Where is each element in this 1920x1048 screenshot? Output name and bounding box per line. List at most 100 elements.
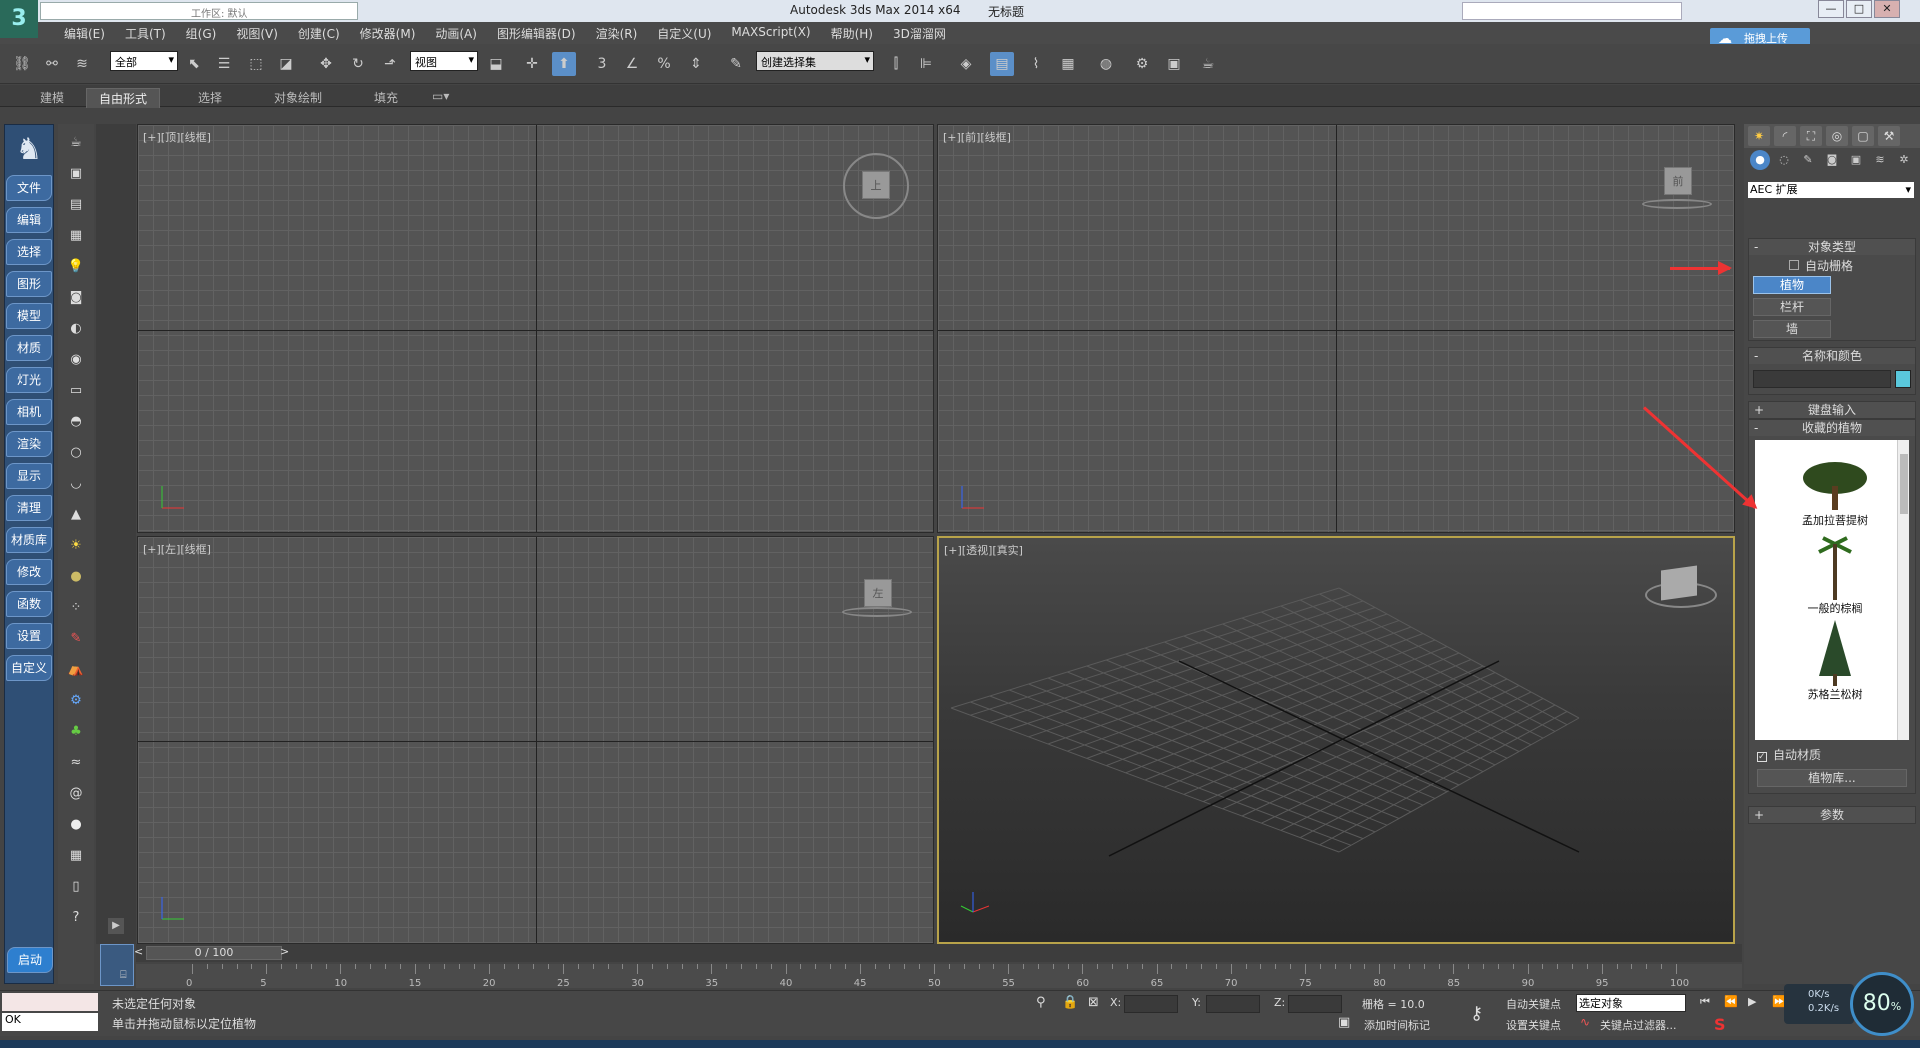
mirror-icon[interactable]: ⫿ [884, 52, 908, 76]
rollout-header[interactable]: - 名称和颜色 [1749, 348, 1915, 364]
display-tab-icon[interactable]: ▢ [1852, 126, 1874, 146]
sidebar-item-render[interactable]: 渲染 [6, 431, 52, 457]
particles-icon[interactable]: ⁘ [64, 596, 88, 620]
named-selection-set-select[interactable]: 创建选择集 [756, 51, 874, 71]
maxscript-mini-listener[interactable] [2, 993, 98, 1011]
render-setup-icon[interactable]: ⚙ [1130, 52, 1154, 76]
calculator-icon[interactable]: ▦ [64, 844, 88, 868]
viewcube[interactable]: 上 [862, 171, 890, 199]
motion-tab-icon[interactable]: ◎ [1826, 126, 1848, 146]
pivot-center-icon[interactable]: ⬓ [484, 52, 508, 76]
auto-key-button[interactable]: 自动关键点 [1506, 996, 1561, 1012]
image-icon[interactable]: ▣ [64, 162, 88, 186]
hierarchy-tab-icon[interactable]: ⛶ [1800, 126, 1822, 146]
viewport-label[interactable]: [+][左][线框] [143, 541, 211, 557]
minimize-button[interactable]: — [1818, 0, 1844, 18]
viewport-left[interactable]: [+][左][线框] 左 [137, 536, 934, 944]
auto-material-checkbox[interactable]: ✓ 自动材质 [1749, 744, 1915, 765]
menu-animation[interactable]: 动画(A) [425, 22, 487, 44]
sidebar-item-clean[interactable]: 清理 [6, 495, 52, 521]
sidebar-item-model[interactable]: 模型 [6, 303, 52, 329]
rotate-icon[interactable]: ↻ [346, 52, 370, 76]
set-key-button[interactable]: 设置关键点 [1506, 1017, 1561, 1033]
ribbon-options-icon[interactable]: ▭▾ [420, 88, 461, 104]
shapes-icon[interactable]: ◌ [1774, 150, 1794, 170]
slider-next-icon[interactable]: > [280, 945, 289, 958]
document-icon[interactable]: ▤ [64, 193, 88, 217]
lights-icon[interactable]: ✎ [1798, 150, 1818, 170]
category-select[interactable]: AEC 扩展 ▾ [1748, 182, 1914, 198]
x-coordinate-field[interactable] [1124, 995, 1178, 1013]
sphere-icon[interactable]: ○ [64, 441, 88, 465]
quick-access-toolbar[interactable]: 工作区: 默认 [40, 2, 358, 20]
object-color-swatch[interactable] [1895, 370, 1911, 388]
grass-icon[interactable]: ♣ [64, 720, 88, 744]
viewcube[interactable]: 前 [1664, 167, 1692, 195]
list-item[interactable]: 苏格兰松树 [1755, 618, 1915, 702]
align-icon[interactable]: ⊫ [914, 52, 938, 76]
y-coordinate-field[interactable] [1206, 995, 1260, 1013]
key-filters-button[interactable]: 关键点过滤器... [1600, 1017, 1677, 1033]
time-slider[interactable]: < 0 / 100 > [134, 944, 1742, 962]
render-frame-icon[interactable]: ▣ [1162, 52, 1186, 76]
add-time-tag-button[interactable]: 添加时间标记 [1364, 1017, 1430, 1033]
speed-ball-widget[interactable]: 80% [1850, 972, 1914, 1036]
select-manipulate-icon[interactable]: ✛ [520, 52, 544, 76]
systems-icon[interactable]: ✲ [1894, 150, 1914, 170]
menu-3d66[interactable]: 3D溜溜网 [883, 22, 956, 44]
railing-button[interactable]: 栏杆 [1753, 298, 1831, 316]
rollout-header[interactable]: - 收藏的植物 [1749, 420, 1915, 436]
lock-icon[interactable]: 🔒 [1062, 995, 1078, 1010]
sidebar-item-camera[interactable]: 相机 [6, 399, 52, 425]
slider-prev-icon[interactable]: < [134, 945, 143, 958]
sidebar-item-lights[interactable]: 灯光 [6, 367, 52, 393]
select-object-icon[interactable]: ⬉ [182, 52, 206, 76]
menu-views[interactable]: 视图(V) [226, 22, 288, 44]
curve-editor-icon[interactable]: ⌇ [1024, 52, 1048, 76]
tab-selection[interactable]: 选择 [186, 88, 234, 107]
sogou-ime-icon[interactable]: S [1714, 1015, 1726, 1034]
track-bar[interactable]: ⌸ 0 5 10 15 20 25 30 35 40 45 50 55 60 65 70 75 80 85 90 95… [120, 964, 1742, 989]
play-icon[interactable]: ▶ [1748, 995, 1756, 1008]
rect-selection-icon[interactable]: ⬚ [244, 52, 268, 76]
sidebar-item-display[interactable]: 显示 [6, 463, 52, 489]
menu-group[interactable]: 组(G) [176, 22, 227, 44]
time-slider-thumb[interactable]: 0 / 100 [146, 946, 282, 960]
tab-modeling[interactable]: 建模 [28, 88, 76, 107]
schematic-view-icon[interactable]: ▦ [1056, 52, 1080, 76]
sidebar-item-select[interactable]: 选择 [6, 239, 52, 265]
viewport-label[interactable]: [+][前][线框] [943, 129, 1011, 145]
light-bulb-icon[interactable]: 💡 [64, 255, 88, 279]
sidebar-item-material[interactable]: 材质 [6, 335, 52, 361]
cone-icon[interactable]: ▲ [64, 503, 88, 527]
menu-modifiers[interactable]: 修改器(M) [350, 22, 426, 44]
list-item[interactable]: 孟加拉菩提树 [1755, 444, 1915, 528]
maximize-button[interactable]: □ [1846, 0, 1872, 18]
select-by-name-icon[interactable]: ☰ [212, 52, 236, 76]
material-editor-icon[interactable]: ◍ [1094, 52, 1118, 76]
plane-icon[interactable]: ▭ [64, 379, 88, 403]
tab-object-paint[interactable]: 对象绘制 [262, 88, 334, 107]
utilities-tab-icon[interactable]: ⚒ [1878, 126, 1900, 146]
app-logo-icon[interactable]: 3 [0, 0, 38, 38]
viewport-top[interactable]: [+][顶][线框] 上 [137, 124, 934, 533]
plant-list-scrollbar[interactable] [1897, 440, 1909, 740]
menu-maxscript[interactable]: MAXScript(X) [721, 22, 820, 44]
sidebar-item-shapes[interactable]: 图形 [6, 271, 52, 297]
gold-sphere-icon[interactable]: ● [64, 565, 88, 589]
rollout-header[interactable]: + 参数 [1749, 807, 1915, 823]
tent-icon[interactable]: ⛺ [64, 658, 88, 682]
window-crossing-icon[interactable]: ◪ [274, 52, 298, 76]
camera-icon[interactable]: ◙ [64, 286, 88, 310]
scale-icon[interactable]: ⬏ [378, 52, 402, 76]
viewcube[interactable] [1661, 565, 1697, 601]
viewport-front[interactable]: [+][前][线框] 前 [937, 124, 1735, 533]
transform-mode-icon[interactable]: ⊠ [1088, 995, 1099, 1010]
dome-icon[interactable]: ◓ [64, 410, 88, 434]
plant-list[interactable]: 孟加拉菩提树 一般的棕榈 苏格兰松树 [1755, 440, 1909, 740]
spacewarps-icon[interactable]: ≋ [1870, 150, 1890, 170]
selection-filter-select[interactable]: 全部 [110, 51, 178, 71]
sidebar-item-material-lib[interactable]: 材质库 [6, 527, 52, 553]
menu-create[interactable]: 创建(C) [288, 22, 350, 44]
curve-editor-mini-icon[interactable]: ⌸ [120, 968, 134, 982]
